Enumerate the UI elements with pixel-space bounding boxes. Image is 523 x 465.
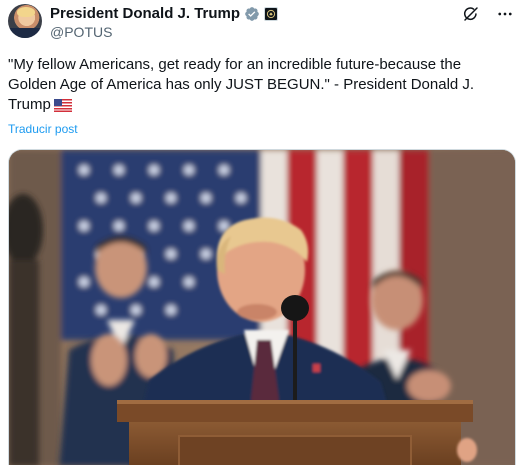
handle[interactable]: @POTUS: [50, 24, 112, 41]
name-row: President Donald J. Trump: [50, 5, 279, 23]
avatar-suit: [8, 28, 42, 38]
more-icon[interactable]: [495, 4, 515, 24]
translate-link[interactable]: Traducir post: [8, 122, 78, 137]
avatar[interactable]: [8, 4, 42, 38]
post: President Donald J. Trump @POTUS "My fel…: [0, 0, 523, 465]
avatar-hair: [17, 7, 35, 17]
speech-photo: [9, 150, 515, 465]
podium: [117, 400, 473, 465]
post-header: President Donald J. Trump @POTUS: [8, 4, 523, 40]
display-name[interactable]: President Donald J. Trump: [50, 5, 240, 23]
affiliate-badge-icon[interactable]: [264, 7, 279, 21]
header-actions: [461, 4, 515, 24]
post-text-body: "My fellow Americans, get ready for an i…: [8, 56, 475, 113]
seal-icon: [266, 9, 276, 19]
grok-icon[interactable]: [461, 4, 481, 24]
post-image[interactable]: [8, 149, 516, 465]
us-flag-icon: [53, 99, 72, 112]
post-text: "My fellow Americans, get ready for an i…: [8, 55, 513, 115]
verified-badge-icon[interactable]: [244, 6, 260, 22]
